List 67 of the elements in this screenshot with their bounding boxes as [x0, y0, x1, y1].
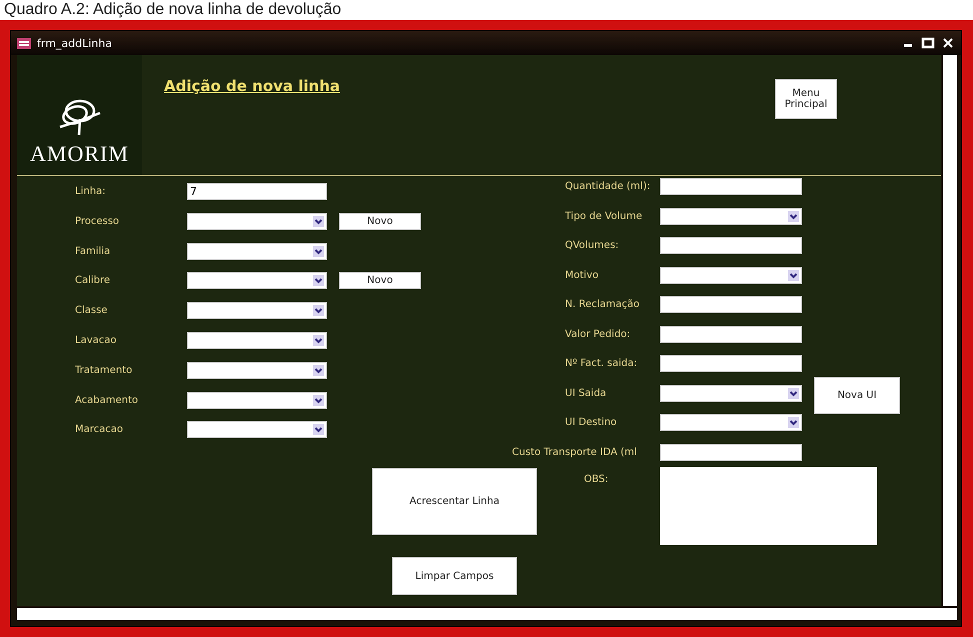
text-field[interactable] [660, 237, 802, 254]
dropdown-field[interactable] [187, 332, 327, 349]
maximize-icon[interactable] [921, 37, 935, 49]
text-field[interactable] [660, 296, 802, 313]
field-label: OBS: [583, 473, 610, 487]
field-label: Valor Pedido: [564, 328, 632, 342]
dropdown-caret-icon[interactable] [788, 210, 799, 222]
form-title: Adição de nova linha [164, 77, 342, 95]
field-label: Linha: [75, 185, 107, 199]
field-label: N. Reclamação [564, 298, 641, 312]
dropdown-caret-icon[interactable] [313, 334, 324, 346]
field-label: Acabamento [75, 394, 140, 408]
dropdown-caret-icon[interactable] [788, 270, 799, 280]
window-title: frm_addLinha [37, 36, 113, 50]
text-field[interactable]: 7 [187, 183, 327, 200]
dropdown-field[interactable] [660, 208, 802, 224]
dropdown-field[interactable] [187, 302, 327, 320]
dropdown-field[interactable] [187, 212, 327, 230]
text-field[interactable] [660, 355, 802, 372]
dropdown-field[interactable] [660, 414, 802, 431]
field-label: Classe [75, 304, 108, 318]
field-label: QVolumes: [564, 239, 620, 253]
dropdown-caret-icon[interactable] [313, 275, 324, 286]
field-label: Familia [75, 244, 112, 259]
dropdown-caret-icon[interactable] [313, 424, 324, 436]
dropdown-caret-icon[interactable] [313, 364, 324, 376]
field-label: Custo Transporte IDA (ml [512, 446, 638, 460]
dropdown-caret-icon[interactable] [313, 216, 324, 227]
form-icon [17, 38, 31, 48]
scrollbar[interactable] [943, 55, 957, 606]
dropdown-caret-icon[interactable] [313, 305, 324, 316]
field-label: Calibre [75, 274, 112, 288]
dropdown-caret-icon[interactable] [313, 394, 324, 406]
dropdown-field[interactable] [187, 362, 327, 379]
field-label: Tipo de Volume [564, 210, 644, 224]
text-field[interactable] [660, 444, 802, 460]
notes-field[interactable] [660, 467, 877, 545]
field-label: Quantidade (ml): [564, 180, 652, 194]
menu-button[interactable]: Menu Principal [775, 79, 837, 119]
new-ui-button[interactable]: Nova UI [814, 376, 900, 414]
field-label: Motivo [564, 268, 600, 282]
field-label: Marcacao [75, 423, 124, 438]
dropdown-field[interactable] [187, 242, 327, 260]
dropdown-caret-icon[interactable] [313, 246, 324, 257]
dropdown-field[interactable] [187, 421, 327, 438]
new-button[interactable]: Novo [339, 212, 421, 230]
text-field[interactable] [660, 326, 802, 342]
action-button[interactable]: Limpar Campos [392, 557, 517, 595]
field-label: Tratamento [75, 364, 134, 378]
dropdown-field[interactable] [660, 266, 802, 284]
close-icon[interactable] [941, 37, 955, 49]
horizontal-scrollbar[interactable] [17, 608, 957, 620]
dropdown-field[interactable] [187, 392, 327, 409]
field-label: Lavacao [75, 334, 118, 348]
field-label: Processo [75, 214, 120, 229]
text-field[interactable] [660, 178, 802, 195]
dropdown-caret-icon[interactable] [788, 388, 799, 398]
action-button[interactable]: Acrescentar Linha [372, 468, 537, 535]
figure-caption: Quadro A.2: Adição de nova linha de devolução [3, 0, 342, 20]
new-button[interactable]: Novo [339, 272, 421, 290]
dropdown-caret-icon[interactable] [788, 417, 799, 428]
field-label: Nº Fact. saida: [564, 357, 638, 371]
dropdown-field[interactable] [187, 272, 327, 290]
field-label: UI Saida [564, 386, 608, 400]
field-label: UI Destino [564, 416, 618, 430]
dropdown-field[interactable] [660, 384, 802, 402]
logo-text: AMORIM [30, 141, 129, 167]
